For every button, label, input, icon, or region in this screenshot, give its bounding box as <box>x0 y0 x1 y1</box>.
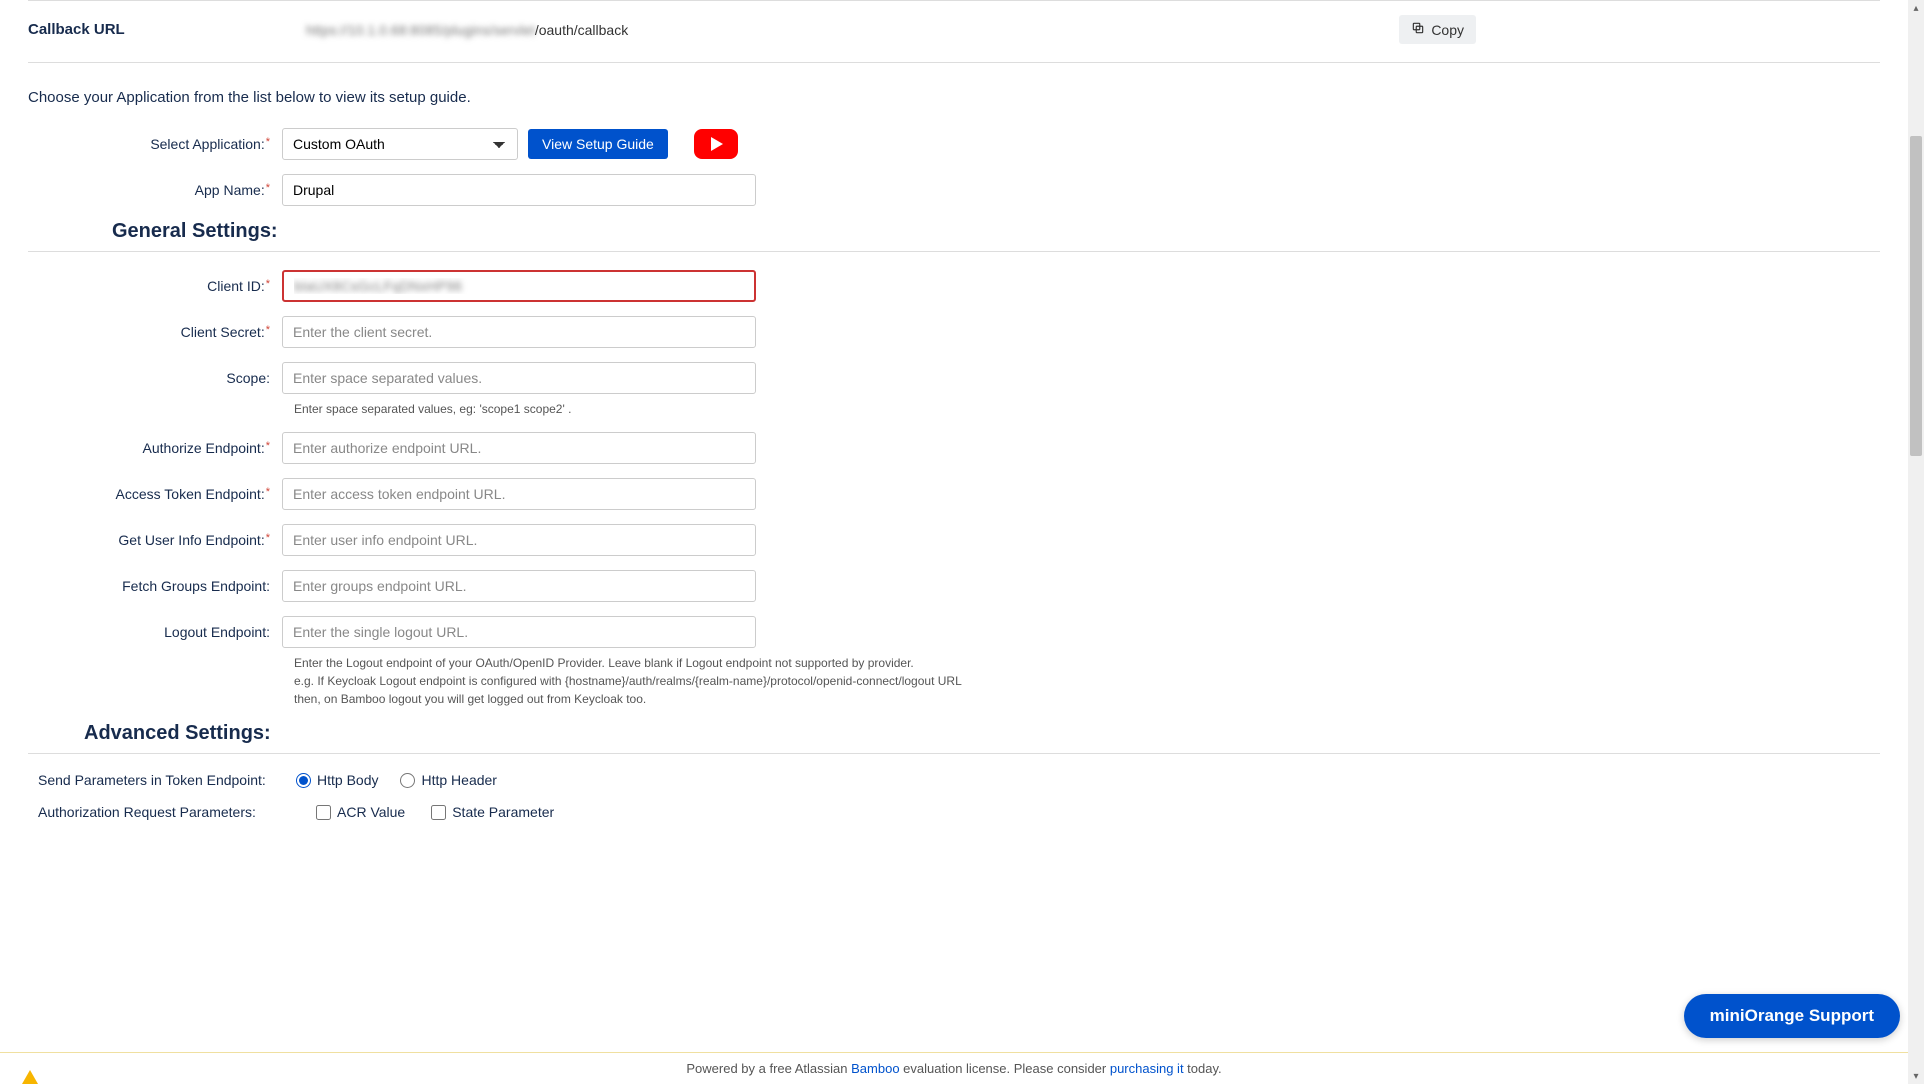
purchase-link[interactable]: purchasing it <box>1110 1061 1184 1076</box>
client-secret-input[interactable] <box>282 316 756 348</box>
state-parameter-option[interactable]: State Parameter <box>431 804 554 820</box>
state-parameter-checkbox[interactable] <box>431 805 446 820</box>
general-settings-heading: General Settings: <box>112 220 1880 243</box>
scrollbar-thumb[interactable] <box>1910 136 1922 456</box>
footer-text-post: today. <box>1184 1061 1222 1076</box>
intro-text: Choose your Application from the list be… <box>28 89 1880 106</box>
state-parameter-label: State Parameter <box>452 804 554 820</box>
user-info-endpoint-label: Get User Info Endpoint: <box>28 532 282 548</box>
http-header-option[interactable]: Http Header <box>400 772 496 788</box>
copy-button-label: Copy <box>1431 22 1464 38</box>
youtube-play-icon[interactable] <box>694 129 738 159</box>
callback-url-label: Callback URL <box>28 21 306 38</box>
acr-value-option[interactable]: ACR Value <box>316 804 405 820</box>
bamboo-link[interactable]: Bamboo <box>851 1061 899 1076</box>
footer-text-mid: evaluation license. Please consider <box>900 1061 1110 1076</box>
logout-endpoint-input[interactable] <box>282 616 756 648</box>
callback-url-value: https://10.1.0.68:8085/plugins/servlet/o… <box>306 22 1399 38</box>
access-token-endpoint-input[interactable] <box>282 478 756 510</box>
fetch-groups-endpoint-label: Fetch Groups Endpoint: <box>28 578 282 594</box>
acr-value-checkbox[interactable] <box>316 805 331 820</box>
scope-input[interactable] <box>282 362 756 394</box>
callback-url-clear: /oauth/callback <box>535 22 628 38</box>
http-header-radio[interactable] <box>400 773 415 788</box>
client-secret-label: Client Secret: <box>28 324 282 340</box>
scrollbar-track[interactable]: ▴ ▾ <box>1908 0 1924 1084</box>
footer-text-pre: Powered by a free Atlassian <box>686 1061 851 1076</box>
user-info-endpoint-input[interactable] <box>282 524 756 556</box>
http-body-option[interactable]: Http Body <box>296 772 378 788</box>
app-name-input[interactable] <box>282 174 756 206</box>
select-application-dropdown[interactable]: Custom OAuth <box>282 128 518 160</box>
select-app-label: Select Application: <box>28 136 282 152</box>
scope-label: Scope: <box>28 370 282 386</box>
callback-row: Callback URL https://10.1.0.68:8085/plug… <box>28 1 1880 63</box>
http-body-radio[interactable] <box>296 773 311 788</box>
acr-value-label: ACR Value <box>337 804 405 820</box>
warning-icon <box>22 1070 38 1084</box>
client-id-label: Client ID: <box>28 278 282 294</box>
logout-endpoint-help-text: Enter the Logout endpoint of your OAuth/… <box>294 654 1014 708</box>
client-id-input[interactable] <box>282 270 756 302</box>
scroll-up-arrow[interactable]: ▴ <box>1908 0 1924 16</box>
logout-endpoint-label: Logout Endpoint: <box>28 624 282 640</box>
scroll-down-arrow[interactable]: ▾ <box>1908 1068 1924 1084</box>
footer-bar: Powered by a free Atlassian Bamboo evalu… <box>0 1052 1908 1084</box>
authorize-endpoint-input[interactable] <box>282 432 756 464</box>
scope-help-text: Enter space separated values, eg: 'scope… <box>294 400 1014 418</box>
http-header-label: Http Header <box>421 772 496 788</box>
http-body-label: Http Body <box>317 772 378 788</box>
app-name-label: App Name: <box>28 182 282 198</box>
authorize-endpoint-label: Authorize Endpoint: <box>28 440 282 456</box>
callback-url-blurred: https://10.1.0.68:8085/plugins/servlet <box>306 22 535 38</box>
access-token-endpoint-label: Access Token Endpoint: <box>28 486 282 502</box>
copy-icon <box>1411 21 1425 38</box>
send-params-label: Send Parameters in Token Endpoint: <box>28 772 282 788</box>
fetch-groups-endpoint-input[interactable] <box>282 570 756 602</box>
copy-callback-button[interactable]: Copy <box>1399 15 1476 44</box>
advanced-settings-heading: Advanced Settings: <box>84 722 1880 745</box>
miniorange-support-button[interactable]: miniOrange Support <box>1684 994 1900 1038</box>
view-setup-guide-button[interactable]: View Setup Guide <box>528 129 668 159</box>
auth-request-params-label: Authorization Request Parameters: <box>28 804 282 820</box>
